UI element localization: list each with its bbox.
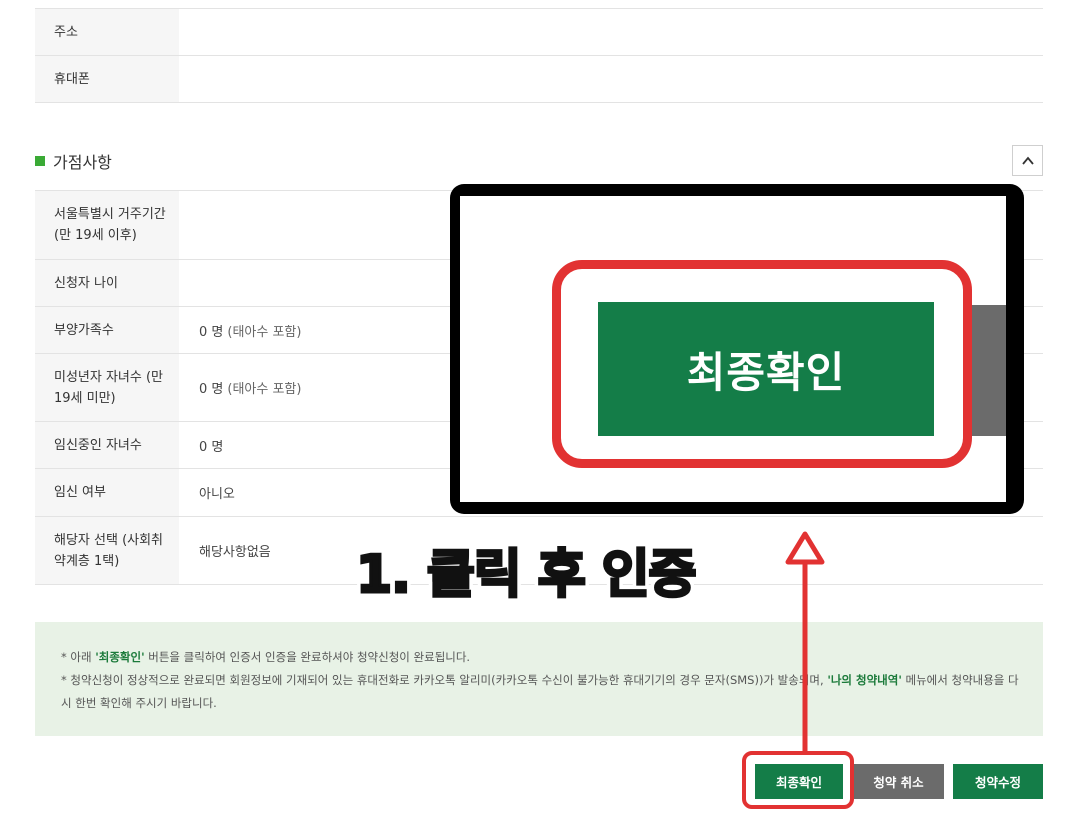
highlight-ring bbox=[742, 751, 854, 809]
section-title-text: 가점사항 bbox=[53, 153, 112, 172]
collapse-button[interactable] bbox=[1012, 145, 1043, 176]
row-value bbox=[179, 9, 1043, 55]
row-label: 임신중인 자녀수 bbox=[35, 422, 179, 468]
value-text: 해당사항없음 bbox=[199, 545, 271, 560]
zoom-gray-edge bbox=[968, 305, 1006, 436]
edit-application-button[interactable]: 청약수정 bbox=[953, 764, 1043, 799]
row-label: 휴대폰 bbox=[35, 56, 179, 102]
row-label: 해당자 선택 (사회취약계층 1택) bbox=[35, 517, 179, 584]
contact-table: 주소 휴대폰 bbox=[35, 8, 1043, 103]
value-text: 아니오 bbox=[199, 487, 235, 502]
zoom-callout: 최종확인 bbox=[460, 196, 1006, 502]
notice-text: 버튼을 클릭하여 인증서 인증을 완료하셔야 청약신청이 완료됩니다. bbox=[144, 650, 471, 664]
row-label: 서울특별시 거주기간 (만 19세 이후) bbox=[35, 191, 179, 259]
step-caption: 1. 클릭 후 인증 bbox=[354, 544, 697, 607]
notice-highlight: '최종확인' bbox=[95, 650, 145, 664]
notice-box: * 아래 '최종확인' 버튼을 클릭하여 인증서 인증을 완료하셔야 청약신청이… bbox=[35, 622, 1043, 736]
value-note: (태아수 포함) bbox=[227, 324, 302, 340]
zoom-highlight-ring bbox=[552, 260, 972, 468]
section-title: 가점사항 bbox=[35, 149, 112, 173]
row-value bbox=[179, 56, 1043, 102]
notice-text: * 청약신청이 정상적으로 완료되면 회원정보에 기재되어 있는 휴대전화로 카… bbox=[61, 673, 828, 687]
table-row: 주소 bbox=[35, 9, 1043, 56]
row-label: 신청자 나이 bbox=[35, 260, 179, 306]
arrow-up-icon bbox=[785, 531, 825, 754]
table-row: 휴대폰 bbox=[35, 56, 1043, 103]
value-text: 0 명 bbox=[199, 382, 224, 397]
chevron-up-icon bbox=[1021, 156, 1034, 165]
notice-line: * 청약신청이 정상적으로 완료되면 회원정보에 기재되어 있는 휴대전화로 카… bbox=[61, 669, 1019, 715]
value-text: 0 명 bbox=[199, 324, 224, 340]
notice-text: * 아래 bbox=[61, 650, 96, 664]
row-label: 임신 여부 bbox=[35, 469, 179, 516]
bullet-square-icon bbox=[35, 156, 45, 166]
notice-line: * 아래 '최종확인' 버튼을 클릭하여 인증서 인증을 완료하셔야 청약신청이… bbox=[61, 646, 1019, 669]
row-label: 부양가족수 bbox=[35, 307, 179, 353]
value-text: 0 명 bbox=[199, 439, 224, 455]
notice-highlight: '나의 청약내역' bbox=[827, 673, 902, 687]
cancel-application-button[interactable]: 청약 취소 bbox=[853, 764, 944, 799]
row-label: 주소 bbox=[35, 9, 179, 55]
value-note: (태아수 포함) bbox=[227, 382, 302, 397]
row-label: 미성년자 자녀수 (만 19세 미만) bbox=[35, 354, 179, 421]
